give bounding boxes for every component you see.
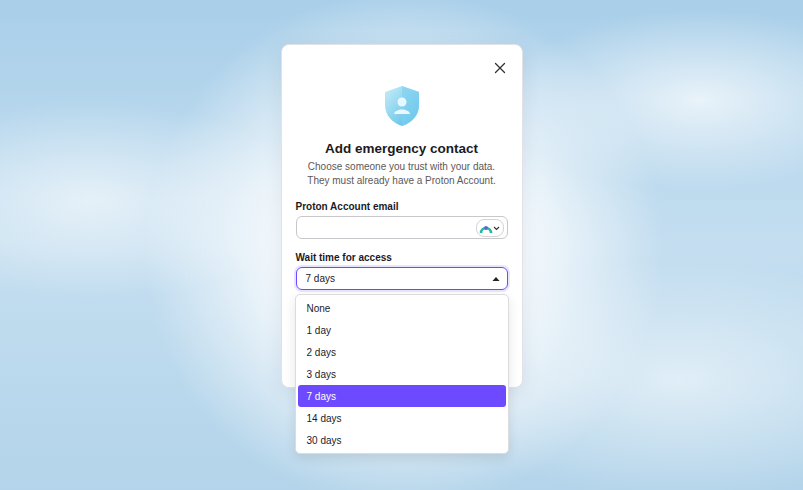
dropdown-option[interactable]: None [298,297,506,319]
dialog-title: Add emergency contact [296,141,508,156]
email-input[interactable] [296,216,508,239]
dropdown-option[interactable]: 30 days [298,429,506,451]
dropdown-option[interactable]: 14 days [298,407,506,429]
email-label: Proton Account email [296,201,508,212]
wait-time-select[interactable]: 7 days [296,267,508,290]
dropdown-option[interactable]: 1 day [298,319,506,341]
dropdown-option[interactable]: 3 days [298,363,506,385]
shield-user-icon [383,85,421,127]
sky-background: Add emergency contact Choose someone you … [0,0,803,490]
dropdown-option[interactable]: 7 days [298,385,506,407]
close-icon [494,62,506,74]
emergency-contact-dialog: Add emergency contact Choose someone you … [281,44,523,388]
contact-icon [479,222,501,234]
dialog-subtitle: Choose someone you trust with your data.… [304,160,500,188]
close-button[interactable] [491,59,509,77]
wait-time-dropdown: None1 day2 days3 days7 days14 days30 day… [295,294,509,454]
dropdown-option[interactable]: 2 days [298,341,506,363]
wait-time-label: Wait time for access [296,252,508,263]
caret-icon [492,276,500,282]
address-book-button[interactable] [476,219,504,237]
wait-time-value: 7 days [306,273,335,284]
